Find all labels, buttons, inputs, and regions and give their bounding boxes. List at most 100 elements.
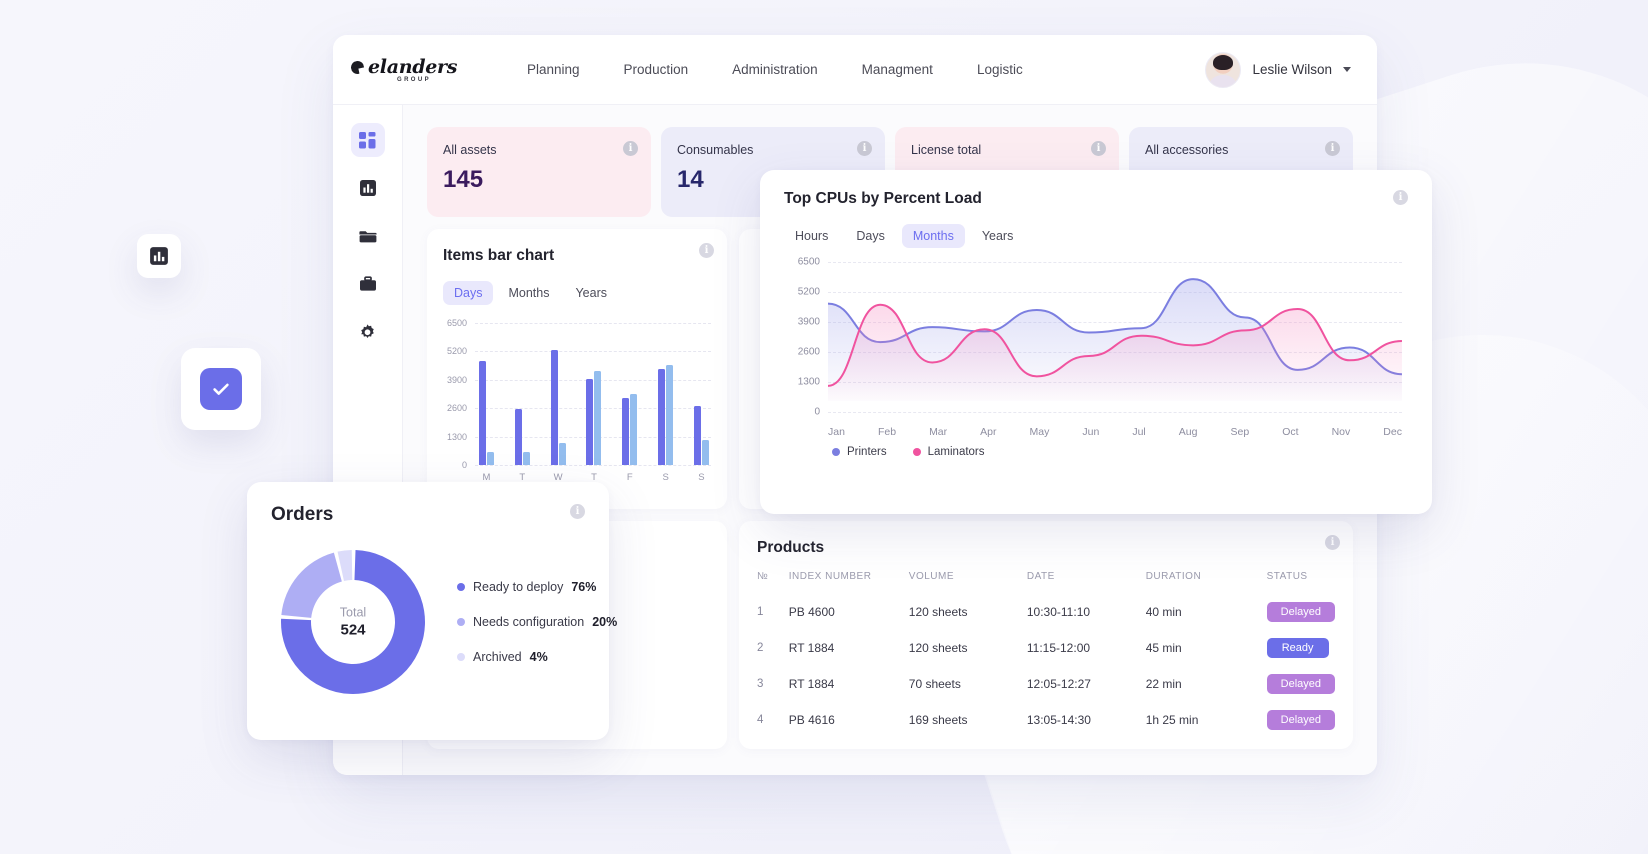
donut-slice[interactable] [281, 553, 342, 618]
cell-status: Delayed [1267, 594, 1335, 630]
info-icon[interactable]: i [857, 141, 872, 156]
gear-icon [358, 323, 377, 342]
nav-item-production[interactable]: Production [602, 54, 711, 85]
items-bar-chart: 013002600390052006500 MTWTFSS [443, 323, 711, 483]
column-duration: DURATION [1146, 571, 1267, 594]
orders-header: Orders i [271, 504, 585, 526]
nav-item-managment[interactable]: Managment [840, 54, 955, 85]
x-axis-tick-label: Aug [1179, 426, 1198, 438]
info-icon[interactable]: i [570, 504, 585, 519]
bar[interactable] [622, 398, 629, 465]
floating-chip-check[interactable] [181, 348, 261, 430]
brand-logo[interactable]: elanders GROUP [351, 56, 461, 83]
legend-value: 4% [530, 650, 548, 664]
tab-years[interactable]: Years [971, 224, 1025, 248]
legend-item-ready-to-deploy: Ready to deploy 76% [457, 580, 617, 594]
x-axis-tick-label: Dec [1383, 426, 1402, 438]
nav-item-logistic[interactable]: Logistic [955, 54, 1045, 85]
legend-label: Archived [473, 650, 522, 664]
sidebar-item-files[interactable] [351, 219, 385, 253]
table-row[interactable]: 3RT 188470 sheets12:05-12:2722 minDelaye… [757, 666, 1335, 702]
check-icon [210, 378, 232, 400]
legend-color-swatch [457, 653, 465, 661]
stat-value: 145 [443, 166, 635, 194]
sidebar-item-projects[interactable] [351, 267, 385, 301]
bar[interactable] [487, 452, 494, 465]
y-axis-tick-label: 3900 [784, 317, 820, 328]
info-icon[interactable]: i [1393, 190, 1408, 205]
cell-status: Delayed [1267, 702, 1335, 738]
floating-chip-bar-chart[interactable] [137, 234, 181, 278]
tab-months[interactable]: Months [902, 224, 965, 248]
bar[interactable] [523, 452, 530, 465]
info-icon[interactable]: i [623, 141, 638, 156]
bar[interactable] [702, 440, 709, 465]
stat-label: All accessories [1145, 143, 1337, 157]
table-row[interactable]: 2RT 1884120 sheets11:15-12:0045 minReady [757, 630, 1335, 666]
cell-status: Delayed [1267, 666, 1335, 702]
gridline [475, 465, 711, 466]
bar[interactable] [586, 379, 593, 465]
bar-group [551, 350, 566, 465]
products-panel: Products i № INDEX NUMBER VOLUME DATE DU… [739, 521, 1353, 749]
y-axis-tick-label: 0 [784, 407, 820, 418]
column-date: DATE [1027, 571, 1146, 594]
tab-days[interactable]: Days [845, 224, 895, 248]
bar[interactable] [515, 409, 522, 465]
legend-color-swatch [457, 583, 465, 591]
sidebar-item-reports[interactable] [351, 171, 385, 205]
bar[interactable] [666, 365, 673, 465]
bar[interactable] [559, 443, 566, 465]
bar[interactable] [630, 394, 637, 465]
tab-years[interactable]: Years [564, 281, 618, 305]
legend-item-laminators: Laminators [913, 446, 985, 458]
tab-days[interactable]: Days [443, 281, 493, 305]
tab-months[interactable]: Months [497, 281, 560, 305]
bar-group [515, 409, 530, 465]
bar[interactable] [594, 371, 601, 465]
info-icon[interactable]: i [1325, 141, 1340, 156]
bar[interactable] [551, 350, 558, 465]
legend-color-swatch [832, 448, 840, 456]
sidebar-item-settings[interactable] [351, 315, 385, 349]
cell-volume: 70 sheets [909, 666, 1027, 702]
table-row[interactable]: 4PB 4616169 sheets13:05-14:301h 25 minDe… [757, 702, 1335, 738]
nav-item-administration[interactable]: Administration [710, 54, 840, 85]
cell-number: 3 [757, 666, 789, 702]
info-icon[interactable]: i [1091, 141, 1106, 156]
info-icon[interactable]: i [699, 243, 714, 258]
tab-hours[interactable]: Hours [784, 224, 839, 248]
info-icon[interactable]: i [1325, 535, 1340, 550]
cell-duration: 45 min [1146, 630, 1267, 666]
cell-volume: 120 sheets [909, 594, 1027, 630]
status-badge[interactable]: Delayed [1267, 602, 1335, 622]
orders-donut-chart: Total 524 [271, 540, 435, 704]
column-status: STATUS [1267, 571, 1335, 594]
chevron-down-icon[interactable] [1343, 67, 1351, 72]
stat-card-all-assets[interactable]: All assets 145 i [427, 127, 651, 217]
line-chart-legend: Printers Laminators [832, 446, 1408, 458]
legend-value: 20% [592, 615, 617, 629]
bar-group [694, 406, 709, 465]
panel-title: Top CPUs by Percent Load [784, 190, 982, 208]
cell-duration: 1h 25 min [1146, 702, 1267, 738]
top-cpus-card: Top CPUs by Percent Load i Hours Days Mo… [760, 170, 1432, 514]
table-header-row: № INDEX NUMBER VOLUME DATE DURATION STAT… [757, 571, 1335, 594]
bar[interactable] [694, 406, 701, 465]
table-row[interactable]: 1PB 4600120 sheets10:30-11:1040 minDelay… [757, 594, 1335, 630]
bar-group [479, 361, 494, 465]
user-menu[interactable]: Leslie Wilson [1205, 52, 1351, 88]
items-bar-chart-panel: Items bar chart i Days Months Years 0130… [427, 229, 727, 509]
legend-label: Needs configuration [473, 615, 584, 629]
status-badge[interactable]: Delayed [1267, 674, 1335, 694]
bar[interactable] [479, 361, 486, 465]
nav-item-planning[interactable]: Planning [505, 54, 602, 85]
top-cpus-header: Top CPUs by Percent Load i [784, 190, 1408, 208]
bar[interactable] [658, 369, 665, 465]
status-badge[interactable]: Delayed [1267, 710, 1335, 730]
sidebar-item-dashboard[interactable] [351, 123, 385, 157]
x-axis-tick-label: May [1030, 426, 1050, 438]
y-axis-tick-label: 6500 [784, 257, 820, 268]
status-badge[interactable]: Ready [1267, 638, 1329, 658]
check-badge [200, 368, 242, 410]
